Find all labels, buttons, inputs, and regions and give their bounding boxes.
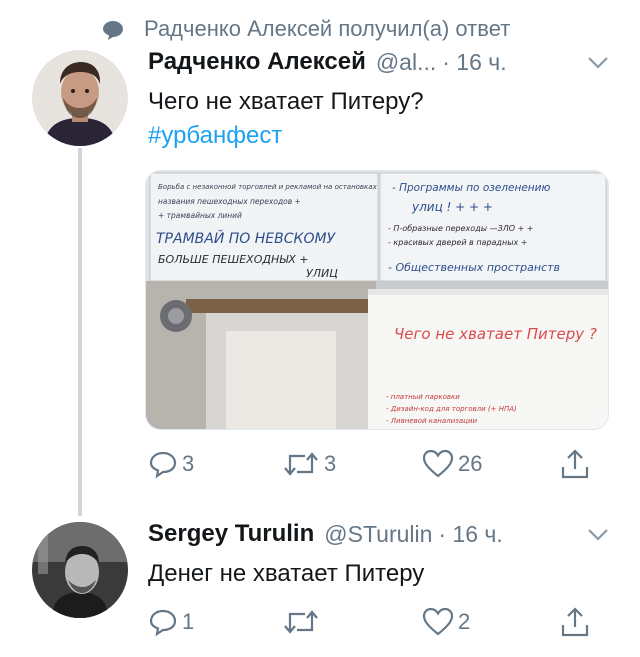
tweet-time[interactable]: · 16 ч.: [438, 521, 502, 548]
right-board-line-3: - П-образные переходы —ЗЛО + +: [388, 224, 534, 233]
reply-count: 3: [182, 451, 195, 476]
like-button[interactable]: 26: [422, 446, 482, 482]
chevron-down-icon[interactable]: [587, 56, 609, 70]
retweet-icon: [284, 610, 318, 634]
poster-title: Чего не хватает Питеру ?: [394, 325, 597, 343]
author-name[interactable]: Радченко Алексей: [148, 48, 366, 76]
tweet-text: Чего не хватает Питеру?: [148, 88, 424, 115]
tweet-header: Радченко Алексей @al... · 16 ч.: [148, 48, 507, 76]
tweet-actions: 1 2: [148, 604, 598, 640]
like-button[interactable]: 2: [422, 604, 470, 640]
author-name[interactable]: Sergey Turulin: [148, 520, 314, 548]
poster-note-1: - платный парковки: [386, 393, 460, 401]
tweet-text: Денег не хватает Питеру: [148, 560, 425, 587]
retweet-button[interactable]: [282, 604, 324, 640]
right-board-line-5: - Общественных пространств: [388, 261, 560, 274]
hashtag-link[interactable]: #урбанфест: [148, 122, 282, 150]
left-board-line-3: + трамвайных линий: [158, 211, 242, 220]
reply-button[interactable]: 3: [148, 446, 194, 482]
share-button[interactable]: [560, 604, 590, 640]
reply-icon: [149, 609, 177, 637]
social-context-text: Радченко Алексей получил(а) ответ: [144, 16, 511, 41]
heart-icon: [422, 607, 454, 636]
left-board-line-1: Борьба с незаконной торговлей и рекламой…: [158, 183, 378, 191]
right-board-line-1: - Программы по озеленению: [392, 182, 550, 194]
share-button[interactable]: [560, 446, 590, 482]
author-handle[interactable]: @al...: [376, 49, 436, 76]
retweet-button[interactable]: 3: [282, 446, 336, 482]
left-board-line-5: БОЛЬШЕ ПЕШЕХОДНЫХ +: [158, 253, 308, 266]
share-icon: [561, 607, 589, 637]
poster-note-2: - Дизайн-код для торговли (+ НПА): [386, 405, 517, 413]
like-count: 26: [458, 451, 483, 476]
right-board-line-2: улиц ! + + +: [411, 200, 493, 214]
reply-bubble-icon: [103, 21, 123, 40]
thread-line: [78, 148, 82, 516]
like-count: 2: [458, 609, 471, 634]
retweet-icon: [284, 452, 318, 476]
reply-button[interactable]: 1: [148, 604, 194, 640]
left-board-line-4: ТРАМВАЙ ПО НЕВСКОМУ: [156, 229, 337, 247]
tweet-photo[interactable]: Борьба с незаконной торговлей и рекламой…: [145, 170, 609, 430]
avatar[interactable]: [32, 50, 128, 146]
social-context[interactable]: Радченко Алексей получил(а) ответ: [103, 14, 511, 44]
author-handle[interactable]: @STurulin: [324, 521, 432, 548]
tweet-header: Sergey Turulin @STurulin · 16 ч.: [148, 520, 503, 548]
share-icon: [561, 449, 589, 479]
heart-icon: [422, 449, 454, 478]
tweet-time[interactable]: · 16 ч.: [442, 49, 506, 76]
tweet-actions: 3 3 26: [148, 446, 598, 482]
left-board-line-6: УЛИЦ: [306, 267, 338, 280]
right-board-line-4: - красивых дверей в парадных +: [388, 238, 528, 247]
left-board-line-2: названия пешеходных переходов +: [158, 197, 301, 206]
reply-icon: [149, 451, 177, 479]
chevron-down-icon[interactable]: [587, 528, 609, 542]
poster-note-3: - Ливневой канализации: [386, 417, 477, 425]
retweet-count: 3: [324, 451, 337, 476]
avatar[interactable]: [32, 522, 128, 618]
reply-count: 1: [182, 609, 195, 634]
